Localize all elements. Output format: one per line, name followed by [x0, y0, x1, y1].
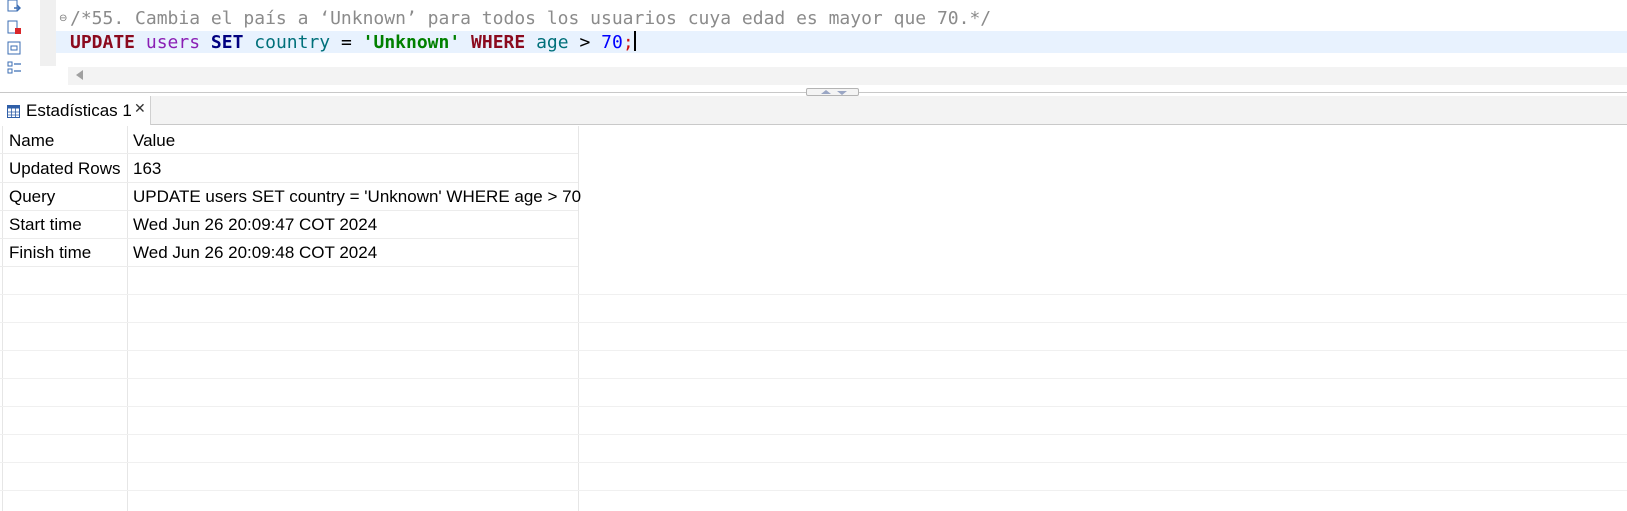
semicolon: ; [622, 32, 634, 53]
keyword-update: UPDATE [70, 32, 136, 53]
results-tabbar: Estadísticas 1 ✕ [0, 96, 1627, 125]
stop-execution-icon[interactable] [7, 20, 22, 36]
sql-comment-line[interactable]: /*55. Cambia el país a ‘Unknown’ para to… [70, 8, 991, 30]
column-name: country [254, 32, 331, 53]
tab-statistics[interactable]: Estadísticas 1 ✕ [0, 96, 151, 125]
row-name: Query [9, 187, 56, 206]
horizontal-scrollbar[interactable] [68, 67, 1627, 85]
tab-label: Estadísticas 1 [26, 101, 132, 120]
row-name: Updated Rows [9, 159, 121, 178]
row-value: Wed Jun 26 20:09:48 COT 2024 [133, 243, 378, 262]
equals-operator: = [340, 32, 352, 53]
splitter-handle[interactable] [806, 88, 859, 96]
row-name: Start time [9, 215, 82, 234]
gt-operator: > [579, 32, 591, 53]
explain-plan-icon[interactable] [7, 41, 22, 57]
table-row[interactable]: Query UPDATE users SET country = 'Unknow… [0, 183, 582, 211]
fold-toggle-icon[interactable]: ⊖ [59, 13, 67, 24]
close-icon[interactable]: ✕ [134, 101, 146, 117]
keyword-set: SET [210, 32, 244, 53]
sql-editor[interactable]: ⊖ /*55. Cambia el país a ‘Unknown’ para … [0, 0, 1627, 96]
row-name: Finish time [9, 243, 92, 262]
editor-gutter [40, 0, 56, 66]
scroll-left-icon[interactable] [76, 70, 83, 80]
row-value: 163 [133, 159, 162, 178]
sql-statement-line[interactable]: UPDATE users SET country = 'Unknown' WHE… [70, 31, 636, 53]
text-caret [633, 31, 636, 51]
keyword-where: WHERE [471, 32, 526, 53]
condition-column: age [536, 32, 569, 53]
string-literal: 'Unknown' [362, 32, 461, 53]
table-row[interactable]: Updated Rows 163 [0, 155, 578, 183]
empty-row [0, 379, 1627, 407]
number-literal: 70 [601, 32, 623, 53]
row-value: UPDATE users SET country = 'Unknown' WHE… [133, 187, 582, 206]
empty-row [0, 435, 1627, 463]
table-row[interactable]: Finish time Wed Jun 26 20:09:48 COT 2024 [0, 239, 578, 267]
grid-icon [7, 103, 20, 118]
restore-down-icon[interactable] [837, 91, 847, 95]
table-row[interactable]: Start time Wed Jun 26 20:09:47 COT 2024 [0, 211, 578, 239]
empty-row [0, 407, 1627, 435]
empty-row [0, 463, 1627, 491]
column-header-value[interactable]: Value [133, 131, 175, 151]
table-name: users [145, 32, 201, 53]
editor-side-toolbar [0, 0, 40, 74]
empty-row [0, 295, 1627, 323]
outline-icon[interactable] [7, 61, 22, 77]
column-header-name[interactable]: Name [9, 131, 54, 151]
grid-header-row: Name Value [0, 126, 578, 154]
row-value: Wed Jun 26 20:09:47 COT 2024 [133, 215, 378, 234]
empty-row [0, 267, 1627, 295]
statistics-grid[interactable]: Name Value Updated Rows 163 Query UPDATE… [0, 126, 1627, 511]
maximize-up-icon[interactable] [821, 90, 831, 94]
empty-row [0, 323, 1627, 351]
empty-row [0, 351, 1627, 379]
execute-script-icon[interactable] [7, 0, 22, 16]
